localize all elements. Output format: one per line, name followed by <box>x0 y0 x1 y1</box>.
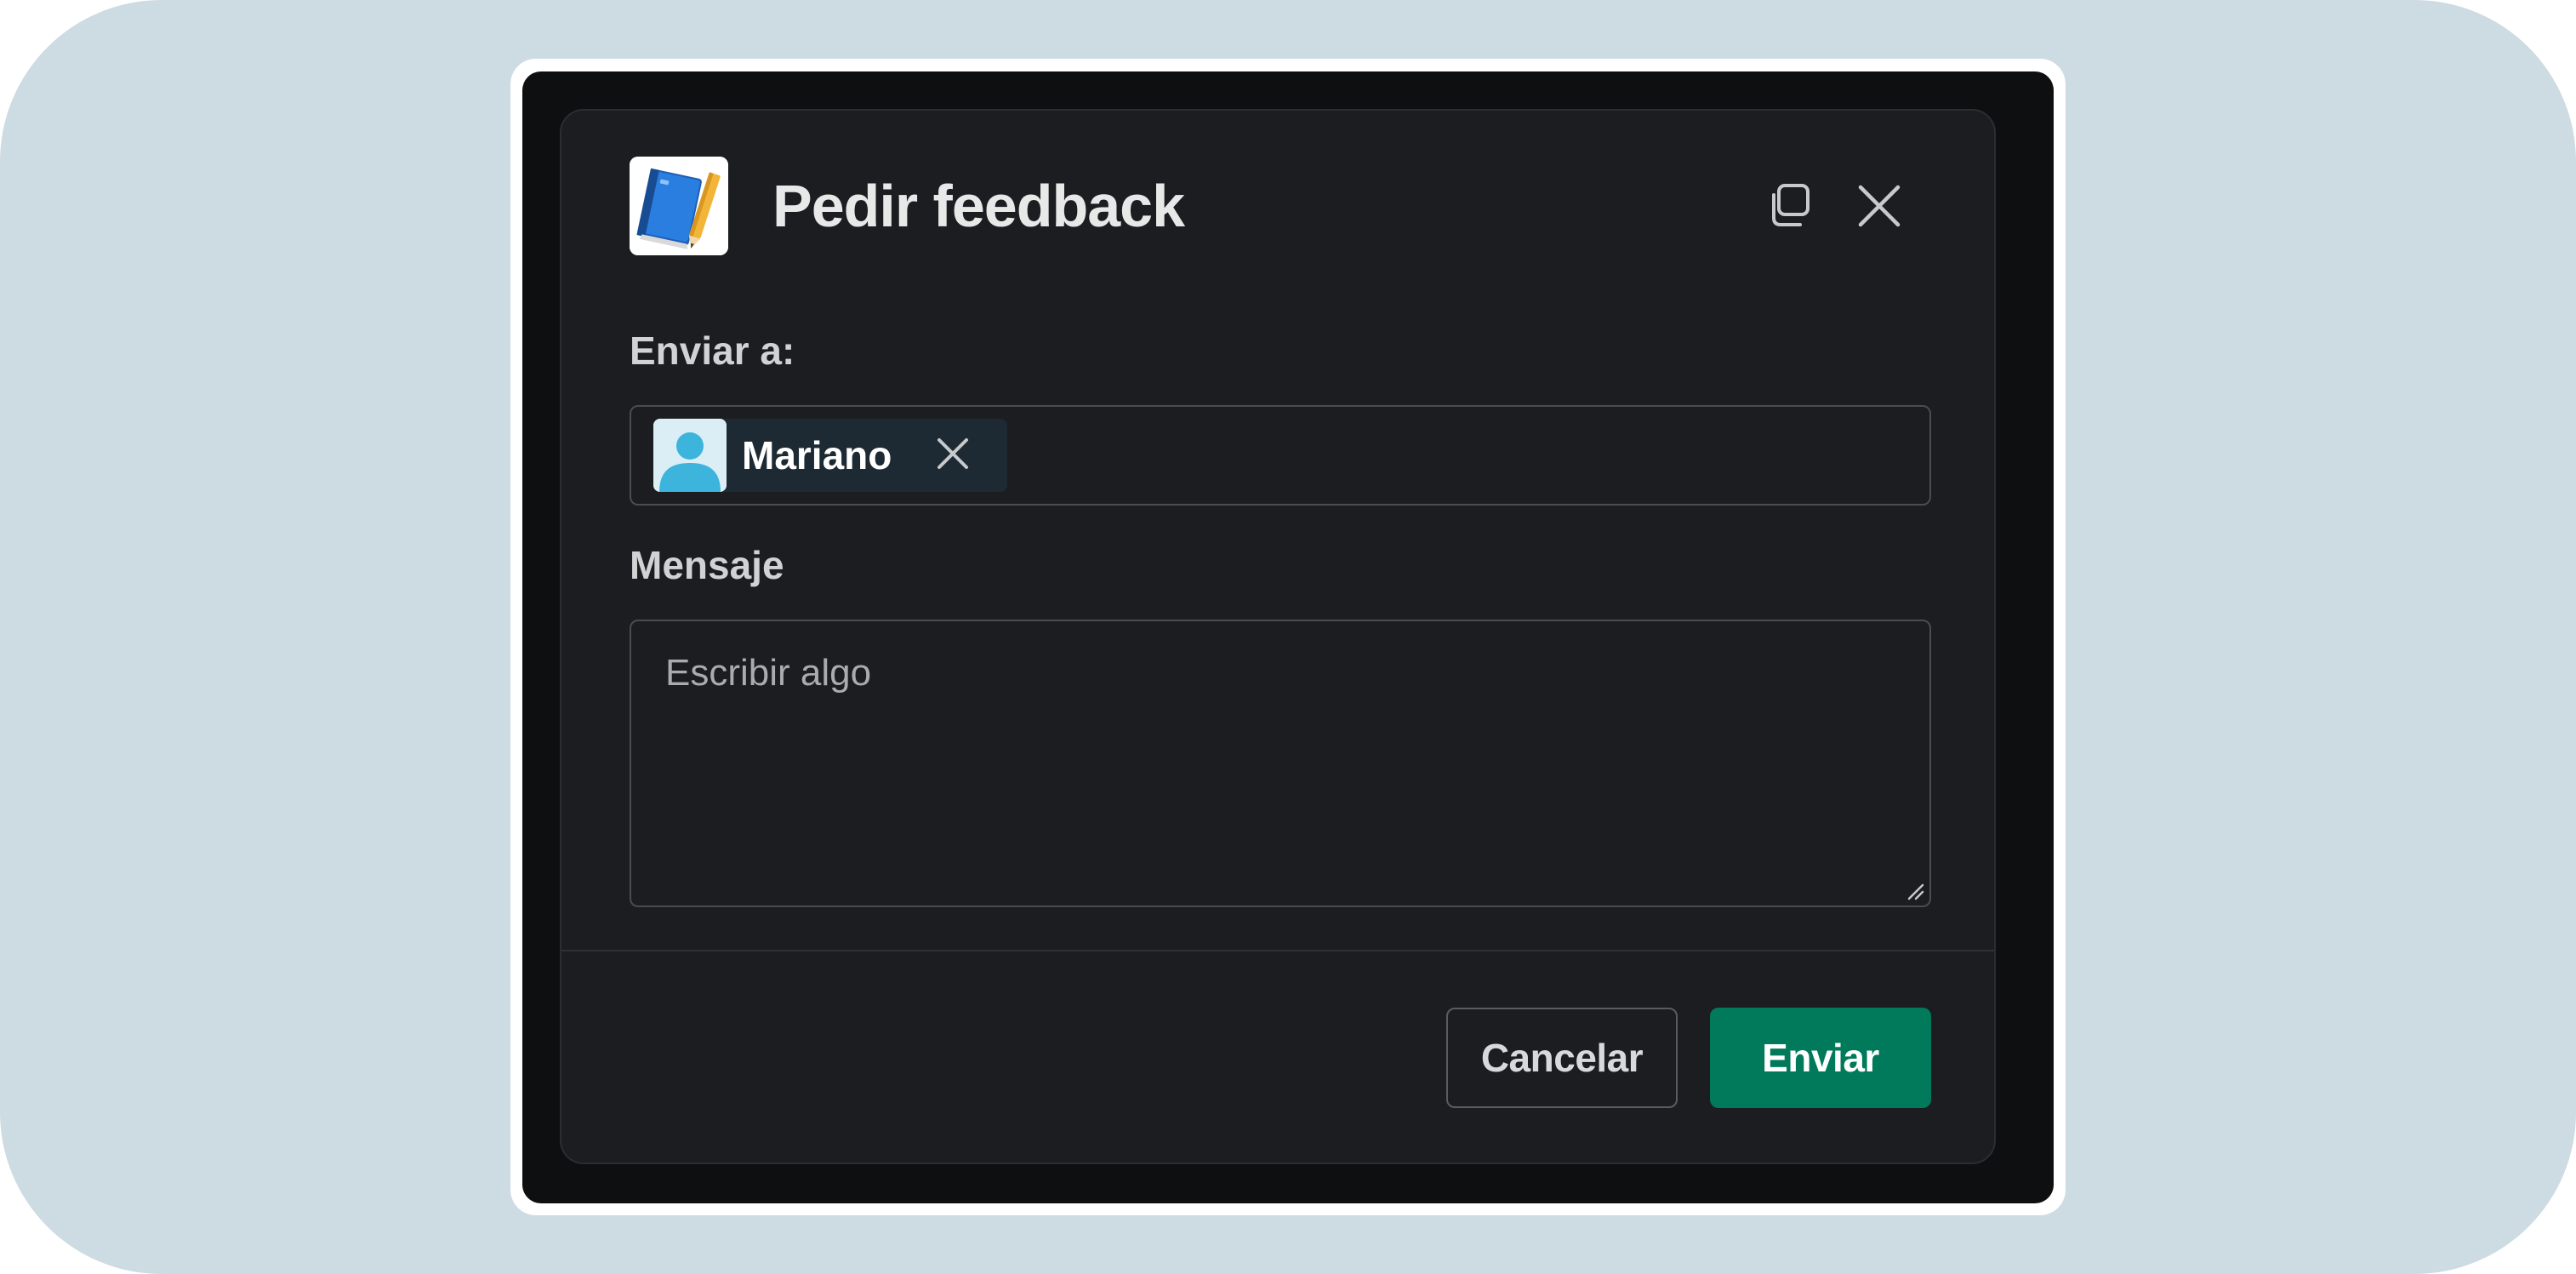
close-button[interactable] <box>1844 172 1915 243</box>
remove-recipient-button[interactable] <box>924 426 982 484</box>
send-button[interactable]: Enviar <box>1710 1008 1931 1108</box>
footer-divider <box>561 950 1994 951</box>
feedback-dialog: Pedir feedback Enviar a: Mariano Mensaje… <box>560 109 1996 1164</box>
dialog-title: Pedir feedback <box>772 173 1185 239</box>
popout-button[interactable] <box>1752 172 1824 243</box>
user-avatar-icon <box>653 419 727 492</box>
copy-window-icon <box>1763 180 1814 236</box>
close-icon <box>1855 182 1903 234</box>
close-icon <box>936 437 970 475</box>
cancel-button[interactable]: Cancelar <box>1446 1008 1678 1108</box>
message-label: Mensaje <box>630 543 784 587</box>
recipient-label: Enviar a: <box>630 328 795 373</box>
recipient-field[interactable]: Mariano <box>630 405 1931 506</box>
notebook-pencil-icon <box>630 157 728 255</box>
resize-handle-icon[interactable] <box>1906 882 1924 900</box>
recipient-chip: Mariano <box>653 419 1007 492</box>
recipient-name: Mariano <box>742 433 892 477</box>
message-input[interactable] <box>630 620 1931 907</box>
